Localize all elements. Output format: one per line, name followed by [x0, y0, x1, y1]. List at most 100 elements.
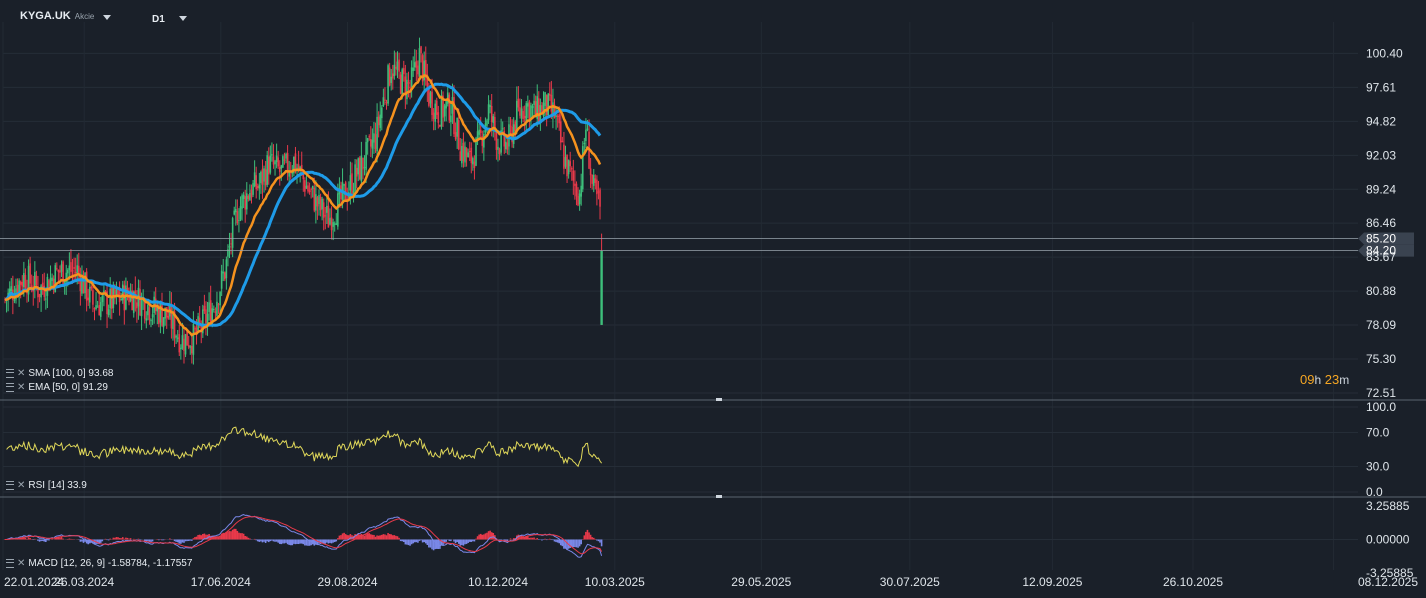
- macd-histogram-bar: [121, 537, 124, 540]
- candle-body: [583, 142, 586, 145]
- candle-body: [327, 205, 330, 228]
- x-axis-tick: 29.08.2024: [317, 575, 377, 589]
- macd-histogram-bar: [545, 539, 548, 541]
- candle-body: [519, 107, 521, 116]
- candle-body: [224, 272, 226, 280]
- macd-histogram-bar: [129, 538, 132, 540]
- macd-signal-line: [5, 516, 603, 555]
- candle-body: [272, 156, 275, 165]
- candle-body: [448, 94, 451, 121]
- candle-body: [456, 117, 458, 137]
- macd-histogram-bar: [192, 538, 195, 540]
- candle-body: [95, 305, 97, 310]
- candle-body: [120, 299, 122, 301]
- chart-canvas[interactable]: 100.4097.6194.8292.0389.2486.4683.6780.8…: [0, 0, 1426, 598]
- candle-body: [162, 317, 165, 328]
- macd-close-icon[interactable]: ✕: [17, 558, 25, 569]
- macd-histogram-bar: [283, 539, 286, 544]
- macd-histogram-bar: [51, 538, 53, 540]
- macd-histogram-bar: [181, 539, 184, 543]
- ema-close-icon[interactable]: ✕: [17, 382, 25, 393]
- candle-body: [85, 271, 88, 301]
- macd-histogram-bar: [475, 538, 477, 540]
- price-axis-tick: 100.40: [1366, 46, 1403, 60]
- macd-histogram-bar: [335, 539, 338, 542]
- candle-body: [280, 165, 283, 169]
- macd-histogram-bar: [40, 539, 42, 542]
- rsi-close-icon[interactable]: ✕: [17, 480, 25, 491]
- candle-body: [60, 264, 63, 272]
- candle-body: [362, 157, 364, 170]
- macd-histogram-bar: [329, 539, 331, 543]
- candle-body: [109, 288, 111, 309]
- candle-body: [538, 98, 540, 122]
- macd-histogram-bar: [420, 539, 422, 541]
- candle-body: [596, 179, 598, 195]
- candle-body: [244, 196, 247, 210]
- macd-histogram-bar: [282, 539, 284, 544]
- candle-body: [264, 169, 267, 186]
- candle-body: [143, 301, 146, 319]
- macd-histogram-bar: [247, 537, 250, 540]
- rsi-settings-icon[interactable]: [6, 481, 14, 490]
- x-axis-tick: 26.10.2025: [1163, 575, 1223, 589]
- candle-body: [365, 141, 367, 170]
- timeframe-selector[interactable]: D1: [152, 14, 165, 25]
- candle-body: [68, 265, 71, 270]
- candle-body: [308, 190, 311, 193]
- candle-body: [351, 173, 353, 196]
- candle-body: [581, 146, 584, 190]
- macd-histogram-bar: [38, 539, 41, 542]
- candle-body: [413, 62, 416, 68]
- macd-histogram-bar: [125, 537, 127, 540]
- macd-histogram-bar: [421, 539, 424, 543]
- sma-close-icon[interactable]: ✕: [17, 368, 25, 379]
- macd-settings-icon[interactable]: [6, 559, 14, 568]
- ema-legend-label: EMA [50, 0] 91.29: [28, 382, 108, 393]
- candle-body: [501, 128, 504, 130]
- macd-histogram-bar: [338, 535, 341, 540]
- macd-histogram-bar: [541, 539, 543, 541]
- timeframe-chevron-down-icon[interactable]: [179, 16, 187, 21]
- macd-histogram-bar: [388, 533, 391, 540]
- candle-body: [435, 100, 438, 115]
- macd-histogram-bar: [531, 537, 534, 540]
- sma-legend[interactable]: ✕ SMA [100, 0] 93.68: [6, 368, 113, 379]
- macd-histogram-bar: [82, 539, 85, 543]
- macd-histogram-bar: [536, 538, 539, 540]
- sma-settings-icon[interactable]: [6, 369, 14, 378]
- candle-body: [591, 174, 593, 184]
- x-axis-tick: 26.03.2024: [54, 575, 114, 589]
- candles-group: [4, 37, 603, 365]
- macd-histogram-bar: [48, 539, 50, 541]
- candle-body: [585, 129, 587, 142]
- candle-body: [580, 185, 582, 197]
- price-axis-tick: 92.03: [1366, 148, 1396, 162]
- ema-settings-icon[interactable]: [6, 383, 14, 392]
- macd-histogram-bar: [230, 531, 232, 540]
- candle-body: [574, 183, 576, 186]
- symbol-chevron-down-icon[interactable]: [103, 15, 111, 20]
- macd-histogram-bar: [162, 539, 165, 541]
- candle-body: [370, 138, 372, 147]
- price-axis-tick: 75.30: [1366, 352, 1396, 366]
- macd-histogram-bar: [327, 539, 330, 544]
- candle-body: [88, 286, 91, 303]
- macd-histogram-bar: [291, 539, 294, 546]
- macd-legend[interactable]: ✕ MACD [12, 26, 9] -1.58784, -1.17557: [6, 558, 192, 569]
- macd-histogram-bar: [412, 539, 414, 544]
- macd-histogram-bar: [552, 539, 554, 541]
- candle-body: [366, 138, 369, 143]
- macd-histogram-bar: [479, 533, 482, 540]
- candle-body: [225, 259, 228, 279]
- rsi-legend[interactable]: ✕ RSI [14] 33.9: [6, 480, 87, 491]
- candle-body: [381, 107, 383, 119]
- macd-histogram-bar: [398, 537, 400, 540]
- candle-body: [561, 140, 564, 143]
- candle-body: [373, 133, 375, 143]
- ema-legend[interactable]: ✕ EMA [50, 0] 91.29: [6, 382, 108, 393]
- symbol-selector[interactable]: KYGA.UK Akcie: [20, 10, 94, 22]
- ema-line: [4, 74, 602, 337]
- candle-body: [473, 161, 476, 169]
- candle-body: [187, 344, 190, 348]
